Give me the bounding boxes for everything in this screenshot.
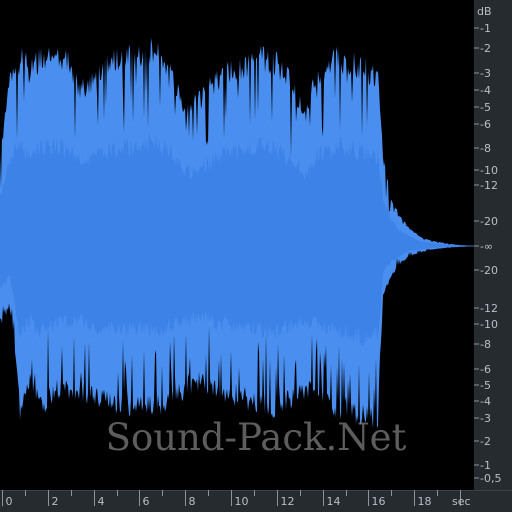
db-tick-label: -6: [480, 363, 491, 376]
time-tick-label: 4: [98, 495, 105, 508]
db-tick-label: -10: [480, 318, 498, 331]
db-tick-label: -12: [480, 179, 498, 192]
db-tick-label: -1: [480, 22, 491, 35]
db-ruler: dB -1 -2 -3 -4 -5 -6 -8 -10 -12 -20 -∞ -20 -12 -10 -8 -6…: [474, 0, 512, 490]
time-tick-label: 18: [418, 495, 432, 508]
db-tick-label: -8: [480, 338, 491, 351]
db-tick-label: -3: [480, 412, 491, 425]
db-tick-label: -2: [480, 435, 491, 448]
waveform-view[interactable]: [0, 0, 474, 490]
audio-editor: dB -1 -2 -3 -4 -5 -6 -8 -10 -12 -20 -∞ -20 -12 -10 -8 -6…: [0, 0, 512, 512]
time-ruler[interactable]: 0 2 4 6 8 10 12 14 16 18 sec: [0, 490, 512, 512]
time-tick-label: 0: [6, 495, 13, 508]
db-tick-label: -10: [480, 164, 498, 177]
time-tick-label: 2: [52, 495, 59, 508]
db-tick-label: -5: [480, 379, 491, 392]
time-tick-label: 12: [281, 495, 295, 508]
db-tick-label: -1: [480, 459, 491, 472]
time-tick-label: 14: [327, 495, 341, 508]
waveform-core: [0, 131, 474, 347]
db-tick-label: -12: [480, 302, 498, 315]
db-tick-label: -20: [480, 215, 498, 228]
db-center-label: -∞: [480, 240, 493, 253]
time-tick-label: 16: [372, 495, 386, 508]
db-tick-label: -4: [480, 84, 491, 97]
time-tick-label: 6: [143, 495, 150, 508]
time-tick-label: 10: [235, 495, 249, 508]
time-unit-label: sec: [452, 495, 471, 508]
db-tick-label: -6: [480, 118, 491, 131]
time-tick-label: 8: [189, 495, 196, 508]
db-tick-label: -3: [480, 67, 491, 80]
waveform-svg: [0, 37, 474, 429]
db-tick-label: -4: [480, 395, 491, 408]
db-tick-label: -2: [480, 42, 491, 55]
db-unit-label: dB: [477, 5, 492, 18]
db-ruler-svg: dB -1 -2 -3 -4 -5 -6 -8 -10 -12 -20 -∞ -20 -12 -10 -8 -6…: [474, 5, 501, 485]
db-tick-label: -0,5: [480, 472, 501, 485]
db-tick-label: -20: [480, 264, 498, 277]
time-ruler-svg: 0 2 4 6 8 10 12 14 16 18 sec: [0, 490, 512, 508]
db-tick-label: -8: [480, 142, 491, 155]
db-tick-label: -5: [480, 101, 491, 114]
